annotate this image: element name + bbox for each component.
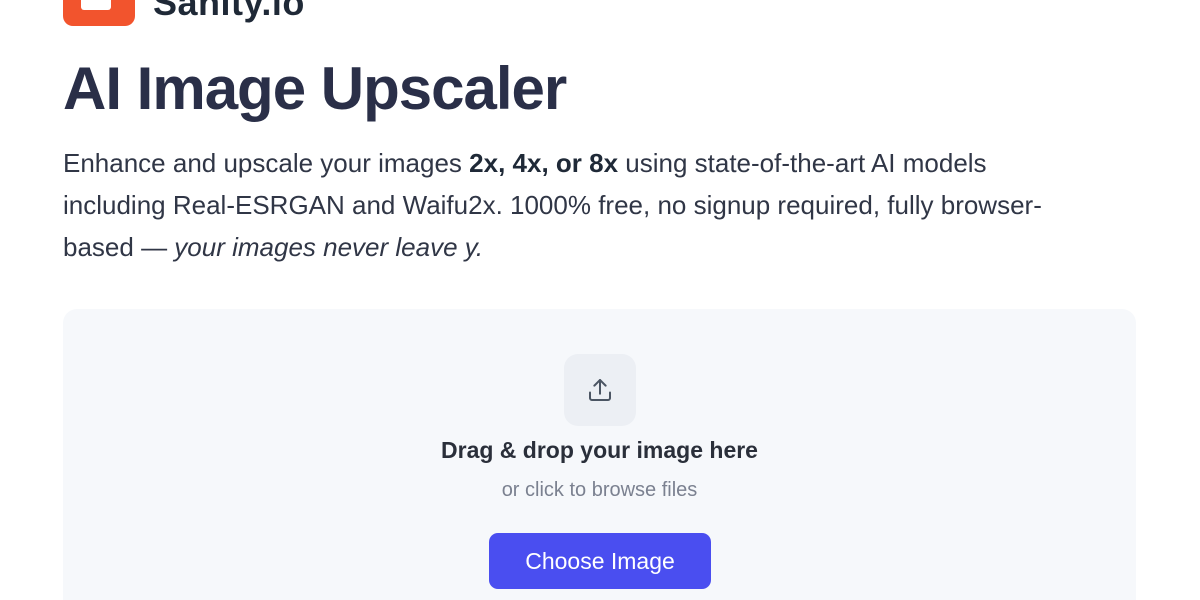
choose-image-button[interactable]: Choose Image xyxy=(489,533,711,589)
upload-icon[interactable] xyxy=(564,354,636,426)
page: Sanity.io AI Image Upscaler Enhance and … xyxy=(0,0,1200,600)
description-text: Enhance and upscale your images xyxy=(63,148,470,178)
brand-logo-icon xyxy=(63,0,135,26)
description-scale-options: 2x, 4x, or 8x xyxy=(469,148,619,178)
description-privacy-note: your images never leave y. xyxy=(174,232,484,262)
page-title: AI Image Upscaler xyxy=(63,55,567,122)
upload-dropzone[interactable]: Drag & drop your image here or click to … xyxy=(63,309,1136,600)
page-description: Enhance and upscale your images 2x, 4x, … xyxy=(63,142,1073,268)
dropzone-subtitle: or click to browse files xyxy=(501,479,698,501)
brand[interactable]: Sanity.io xyxy=(63,0,305,26)
brand-name: Sanity.io xyxy=(153,0,305,23)
dropzone-title: Drag & drop your image here xyxy=(441,437,758,463)
